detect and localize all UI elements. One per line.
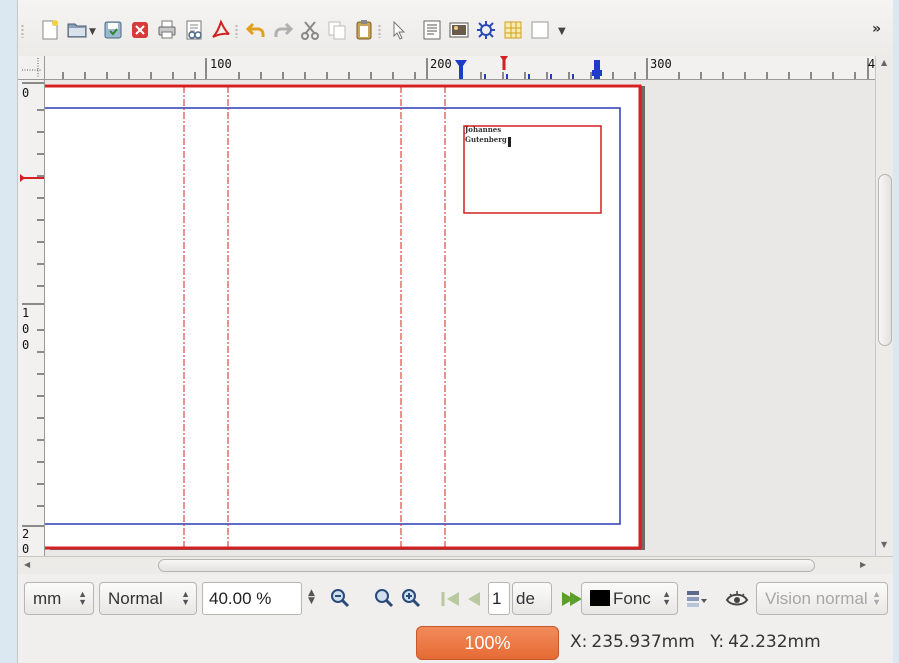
scroll-left-icon[interactable]: ◀ — [24, 560, 30, 569]
cursor-coordinates: X: 235.937mm Y: 42.232mm — [570, 632, 825, 652]
new-document-icon[interactable] — [39, 19, 61, 41]
copy-icon[interactable] — [326, 19, 348, 41]
hruler-label: 400 — [868, 57, 875, 71]
export-pdf-icon[interactable] — [210, 19, 232, 41]
layer-color-swatch — [590, 590, 610, 606]
main-toolbar: ▼ ▼ » — [18, 0, 893, 56]
scroll-right-icon[interactable]: ▶ — [860, 560, 866, 569]
view-controls-bar: mm ▲ ▼ Normal ▲ ▼ 40.00 % ▲ ▼ 1 de Fonc … — [18, 574, 893, 620]
hruler-label: 200 — [430, 57, 452, 71]
ruler-origin-corner[interactable] — [18, 56, 45, 80]
scroll-up-icon[interactable]: ▲ — [881, 58, 887, 67]
zoom-input[interactable]: 40.00 % — [202, 582, 302, 615]
page-of-label: de — [516, 589, 535, 608]
preview-mode-value: Vision normal — [765, 589, 868, 608]
select-item-icon[interactable] — [388, 19, 410, 41]
horizontal-scrollbar[interactable]: ◀ ▶ — [18, 556, 893, 574]
toolbar-separator — [235, 24, 238, 38]
cut-icon[interactable] — [299, 19, 321, 41]
table-icon[interactable] — [502, 19, 524, 41]
view-mode-select[interactable]: Normal ▲ ▼ — [99, 582, 197, 615]
close-document-icon[interactable] — [129, 19, 151, 41]
text-line: Gutenberg — [465, 135, 507, 144]
x-coordinate: 235.937mm — [591, 632, 695, 652]
horizontal-ruler-ticks — [62, 56, 869, 79]
vruler-label: 0 — [22, 322, 30, 336]
shape-icon[interactable] — [529, 19, 551, 41]
open-document-icon[interactable] — [66, 19, 88, 41]
paste-icon[interactable] — [353, 19, 375, 41]
redo-icon[interactable] — [272, 19, 294, 41]
hruler-label: 100 — [210, 57, 232, 71]
image-frame-icon[interactable] — [448, 19, 470, 41]
progress-label: 100% — [464, 633, 511, 653]
chevron-down-icon[interactable]: ▼ — [89, 27, 96, 37]
page-number-value: 1 — [492, 589, 502, 608]
horizontal-ruler[interactable]: 100 200 300 400 — [45, 56, 875, 80]
text-frame-content[interactable]: Johannes Gutenberg — [465, 125, 507, 145]
zoom-in-icon[interactable] — [400, 587, 424, 611]
horizontal-scroll-thumb[interactable] — [158, 559, 815, 572]
chevron-down-icon[interactable]: ▼ — [558, 26, 566, 37]
page-select[interactable]: de — [512, 582, 552, 615]
progress-bar: 100% — [416, 626, 559, 660]
text-cursor — [508, 137, 511, 147]
view-mode-value: Normal — [108, 589, 163, 608]
spinner-arrows-icon[interactable]: ▲ ▼ — [181, 590, 190, 607]
x-label: X: — [570, 632, 588, 652]
vruler-label: 2 — [22, 527, 30, 541]
text-frame-icon[interactable] — [421, 19, 443, 41]
toolbar-overflow-button[interactable]: » — [872, 21, 881, 37]
page-area — [45, 84, 640, 548]
scribus-window: ▼ ▼ » 100 200 300 4 0 1 0 0 2 0 Johannes… — [17, 0, 893, 663]
hruler-label: 300 — [650, 57, 672, 71]
vruler-label: 0 — [22, 542, 30, 556]
preview-mode-select[interactable]: Vision normal ▲ ▼ — [756, 582, 888, 615]
spinner-arrows-icon[interactable]: ▲ ▼ — [662, 590, 671, 607]
undo-icon[interactable] — [245, 19, 267, 41]
save-document-icon[interactable] — [102, 19, 124, 41]
unit-select[interactable]: mm ▲ ▼ — [24, 582, 94, 615]
document-page[interactable] — [45, 80, 875, 556]
vruler-label: 1 — [22, 306, 30, 320]
render-frame-icon[interactable] — [475, 19, 497, 41]
y-label: Y: — [710, 632, 725, 652]
zoom-spinner-icon[interactable]: ▲ ▼ — [308, 589, 315, 606]
preflight-verifier-icon[interactable] — [183, 19, 205, 41]
text-line: Johannes — [465, 125, 502, 134]
zoom-value: 40.00 % — [209, 589, 272, 608]
document-canvas[interactable]: Johannes Gutenberg — [45, 80, 875, 556]
spinner-arrows-icon[interactable]: ▲ ▼ — [78, 590, 87, 607]
scroll-down-icon[interactable]: ▼ — [881, 540, 887, 549]
first-page-icon[interactable] — [439, 587, 463, 611]
zoom-100-icon[interactable] — [373, 587, 397, 611]
layer-stack-icon[interactable] — [684, 587, 708, 611]
unit-value: mm — [33, 589, 62, 608]
page-number-input[interactable]: 1 — [488, 582, 510, 615]
layer-value: Fonc — [613, 589, 651, 608]
layer-select[interactable]: Fonc ▲ ▼ — [581, 582, 678, 615]
origin-marker-icon — [22, 58, 42, 78]
previous-page-icon[interactable] — [462, 587, 486, 611]
spinner-arrows-icon[interactable]: ▲ ▼ — [872, 590, 881, 607]
toolbar-separator — [378, 24, 381, 38]
vertical-scroll-thumb[interactable] — [878, 174, 892, 346]
y-coordinate: 42.232mm — [728, 632, 821, 652]
preview-eye-icon[interactable] — [725, 587, 749, 611]
zoom-out-icon[interactable] — [329, 587, 353, 611]
vertical-scrollbar[interactable]: ▲ ▼ — [875, 56, 893, 556]
toolbar-grip[interactable] — [21, 24, 24, 38]
status-bar: 100% X: 235.937mm Y: 42.232mm — [18, 620, 893, 663]
vertical-ruler[interactable]: 0 1 0 0 2 0 — [18, 80, 45, 556]
vruler-label: 0 — [22, 86, 30, 100]
vruler-label: 0 — [22, 338, 30, 352]
print-icon[interactable] — [156, 19, 178, 41]
